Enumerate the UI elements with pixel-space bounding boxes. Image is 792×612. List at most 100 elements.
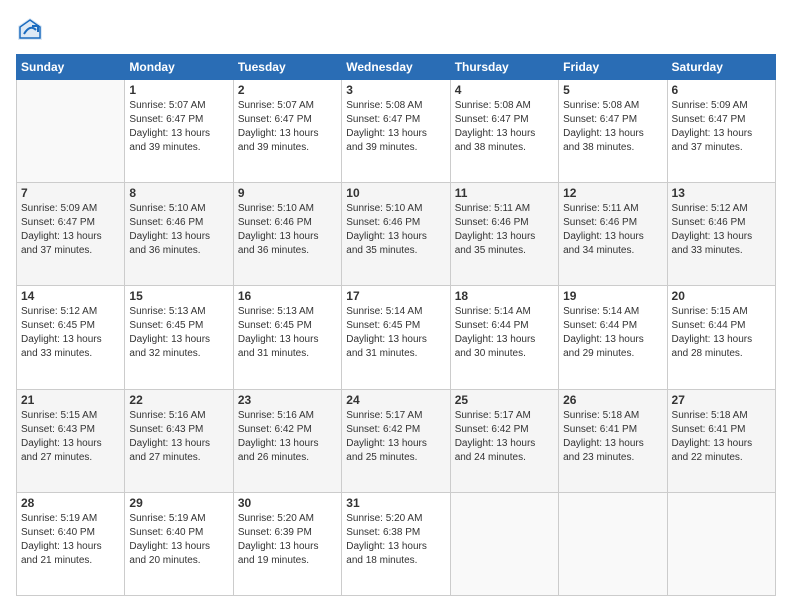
day-number: 23: [238, 393, 337, 407]
day-number: 28: [21, 496, 120, 510]
day-info: Sunrise: 5:14 AMSunset: 6:44 PMDaylight:…: [455, 305, 554, 361]
day-info: Sunrise: 5:09 AMSunset: 6:47 PMDaylight:…: [21, 202, 120, 258]
calendar-cell: 31 Sunrise: 5:20 AMSunset: 6:38 PMDayligh…: [342, 492, 450, 595]
header: [16, 16, 776, 44]
day-number: 17: [346, 289, 445, 303]
day-number: 31: [346, 496, 445, 510]
calendar-cell: 22 Sunrise: 5:16 AMSunset: 6:43 PMDayligh…: [125, 389, 233, 492]
calendar-cell: 7 Sunrise: 5:09 AMSunset: 6:47 PMDaylight…: [17, 183, 125, 286]
day-number: 15: [129, 289, 228, 303]
calendar-cell: 17Sunrise: 5:14 AMSunset: 6:45 PMDayligh…: [342, 286, 450, 389]
calendar-cell: 5 Sunrise: 5:08 AMSunset: 6:47 PMDaylight…: [559, 80, 667, 183]
calendar-week-row: 7 Sunrise: 5:09 AMSunset: 6:47 PMDaylight…: [17, 183, 776, 286]
calendar-cell: 6 Sunrise: 5:09 AMSunset: 6:47 PMDaylight…: [667, 80, 775, 183]
day-number: 12: [563, 186, 662, 200]
calendar-week-row: 28 Sunrise: 5:19 AMSunset: 6:40 PMDayligh…: [17, 492, 776, 595]
calendar-cell: 15 Sunrise: 5:13 AMSunset: 6:45 PMDayligh…: [125, 286, 233, 389]
day-number: 24: [346, 393, 445, 407]
calendar-cell: 23 Sunrise: 5:16 AMSunset: 6:42 PMDayligh…: [233, 389, 341, 492]
day-number: 14: [21, 289, 120, 303]
logo-icon: [16, 16, 44, 44]
day-number: 2: [238, 83, 337, 97]
day-number: 25: [455, 393, 554, 407]
calendar-day-header: Wednesday: [342, 55, 450, 80]
calendar-cell: 11 Sunrise: 5:11 AMSunset: 6:46 PMDayligh…: [450, 183, 558, 286]
calendar-cell: 30 Sunrise: 5:20 AMSunset: 6:39 PMDayligh…: [233, 492, 341, 595]
day-number: 9: [238, 186, 337, 200]
day-info: Sunrise: 5:15 AMSunset: 6:44 PMDaylight:…: [672, 305, 771, 361]
day-info: Sunrise: 5:16 AMSunset: 6:43 PMDaylight:…: [129, 409, 228, 465]
day-number: 26: [563, 393, 662, 407]
calendar-cell: 4 Sunrise: 5:08 AMSunset: 6:47 PMDaylight…: [450, 80, 558, 183]
day-info: Sunrise: 5:17 AMSunset: 6:42 PMDaylight:…: [346, 409, 445, 465]
calendar-cell: 2 Sunrise: 5:07 AMSunset: 6:47 PMDaylight…: [233, 80, 341, 183]
day-number: 1: [129, 83, 228, 97]
day-number: 18: [455, 289, 554, 303]
calendar-cell: 29 Sunrise: 5:19 AMSunset: 6:40 PMDayligh…: [125, 492, 233, 595]
logo: [16, 16, 48, 44]
calendar-cell: [450, 492, 558, 595]
calendar-day-header: Monday: [125, 55, 233, 80]
day-number: 4: [455, 83, 554, 97]
day-number: 20: [672, 289, 771, 303]
calendar-cell: 12 Sunrise: 5:11 AMSunset: 6:46 PMDayligh…: [559, 183, 667, 286]
day-info: Sunrise: 5:08 AMSunset: 6:47 PMDaylight:…: [563, 99, 662, 155]
day-number: 7: [21, 186, 120, 200]
day-info: Sunrise: 5:17 AMSunset: 6:42 PMDaylight:…: [455, 409, 554, 465]
calendar-cell: 14 Sunrise: 5:12 AMSunset: 6:45 PMDayligh…: [17, 286, 125, 389]
day-info: Sunrise: 5:08 AMSunset: 6:47 PMDaylight:…: [455, 99, 554, 155]
day-number: 13: [672, 186, 771, 200]
day-info: Sunrise: 5:11 AMSunset: 6:46 PMDaylight:…: [455, 202, 554, 258]
calendar-cell: 24 Sunrise: 5:17 AMSunset: 6:42 PMDayligh…: [342, 389, 450, 492]
day-info: Sunrise: 5:14 AMSunset: 6:44 PMDaylight:…: [563, 305, 662, 361]
day-info: Sunrise: 5:18 AMSunset: 6:41 PMDaylight:…: [563, 409, 662, 465]
day-info: Sunrise: 5:20 AMSunset: 6:38 PMDaylight:…: [346, 512, 445, 568]
calendar-cell: 21 Sunrise: 5:15 AMSunset: 6:43 PMDayligh…: [17, 389, 125, 492]
day-info: Sunrise: 5:19 AMSunset: 6:40 PMDaylight:…: [21, 512, 120, 568]
calendar-cell: 27 Sunrise: 5:18 AMSunset: 6:41 PMDayligh…: [667, 389, 775, 492]
day-number: 8: [129, 186, 228, 200]
calendar-cell: 13Sunrise: 5:12 AMSunset: 6:46 PMDayligh…: [667, 183, 775, 286]
day-info: Sunrise: 5:12 AMSunset: 6:45 PMDaylight:…: [21, 305, 120, 361]
calendar-cell: 8 Sunrise: 5:10 AMSunset: 6:46 PMDaylight…: [125, 183, 233, 286]
day-info: Sunrise: 5:07 AMSunset: 6:47 PMDaylight:…: [238, 99, 337, 155]
day-number: 27: [672, 393, 771, 407]
day-info: Sunrise: 5:19 AMSunset: 6:40 PMDaylight:…: [129, 512, 228, 568]
page: SundayMondayTuesdayWednesdayThursdayFrid…: [0, 0, 792, 612]
day-info: Sunrise: 5:10 AMSunset: 6:46 PMDaylight:…: [129, 202, 228, 258]
day-info: Sunrise: 5:11 AMSunset: 6:46 PMDaylight:…: [563, 202, 662, 258]
day-info: Sunrise: 5:18 AMSunset: 6:41 PMDaylight:…: [672, 409, 771, 465]
day-number: 5: [563, 83, 662, 97]
calendar-cell: [17, 80, 125, 183]
day-info: Sunrise: 5:08 AMSunset: 6:47 PMDaylight:…: [346, 99, 445, 155]
day-info: Sunrise: 5:13 AMSunset: 6:45 PMDaylight:…: [129, 305, 228, 361]
calendar-week-row: 14 Sunrise: 5:12 AMSunset: 6:45 PMDayligh…: [17, 286, 776, 389]
calendar-cell: 1 Sunrise: 5:07 AMSunset: 6:47 PMDaylight…: [125, 80, 233, 183]
day-info: Sunrise: 5:15 AMSunset: 6:43 PMDaylight:…: [21, 409, 120, 465]
calendar-cell: [667, 492, 775, 595]
day-number: 29: [129, 496, 228, 510]
calendar-header-row: SundayMondayTuesdayWednesdayThursdayFrid…: [17, 55, 776, 80]
calendar-cell: 3Sunrise: 5:08 AMSunset: 6:47 PMDaylight…: [342, 80, 450, 183]
calendar-cell: [559, 492, 667, 595]
day-number: 21: [21, 393, 120, 407]
calendar-cell: 19 Sunrise: 5:14 AMSunset: 6:44 PMDayligh…: [559, 286, 667, 389]
calendar-cell: 18 Sunrise: 5:14 AMSunset: 6:44 PMDayligh…: [450, 286, 558, 389]
day-number: 6: [672, 83, 771, 97]
day-info: Sunrise: 5:13 AMSunset: 6:45 PMDaylight:…: [238, 305, 337, 361]
calendar-cell: 26 Sunrise: 5:18 AMSunset: 6:41 PMDayligh…: [559, 389, 667, 492]
day-info: Sunrise: 5:16 AMSunset: 6:42 PMDaylight:…: [238, 409, 337, 465]
day-number: 22: [129, 393, 228, 407]
day-number: 19: [563, 289, 662, 303]
calendar-cell: 16 Sunrise: 5:13 AMSunset: 6:45 PMDayligh…: [233, 286, 341, 389]
day-info: Sunrise: 5:10 AMSunset: 6:46 PMDaylight:…: [346, 202, 445, 258]
day-number: 16: [238, 289, 337, 303]
day-info: Sunrise: 5:07 AMSunset: 6:47 PMDaylight:…: [129, 99, 228, 155]
day-info: Sunrise: 5:09 AMSunset: 6:47 PMDaylight:…: [672, 99, 771, 155]
calendar-table: SundayMondayTuesdayWednesdayThursdayFrid…: [16, 54, 776, 596]
calendar-day-header: Thursday: [450, 55, 558, 80]
day-info: Sunrise: 5:20 AMSunset: 6:39 PMDaylight:…: [238, 512, 337, 568]
day-number: 11: [455, 186, 554, 200]
day-number: 30: [238, 496, 337, 510]
day-info: Sunrise: 5:10 AMSunset: 6:46 PMDaylight:…: [238, 202, 337, 258]
